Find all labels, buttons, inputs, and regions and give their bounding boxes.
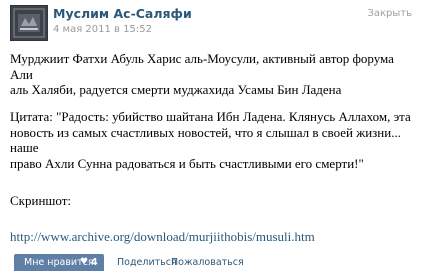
post-text-line: право Ахли Сунна радоваться и быть счаст…: [10, 155, 364, 171]
post-text-line: наше: [10, 140, 39, 155]
avatar-image-icon: [11, 6, 47, 40]
post-footer: Мне нравится ♥ 4 Поделиться Пожаловаться: [0, 254, 430, 271]
post-text-line: Цитата: "Радость: убийство шайтана Ибн Л…: [10, 109, 411, 124]
post-text-line: новость из самых счастливых новостей, чт…: [10, 124, 401, 140]
post-date[interactable]: 4 мая 2011 в 15:52: [53, 24, 152, 35]
author-name[interactable]: Муслим Ас-Саляфи: [53, 6, 192, 21]
share-link[interactable]: Поделиться: [117, 254, 177, 271]
avatar[interactable]: [10, 5, 48, 41]
post-text-line: Мурджиит Фатхи Абуль Харис аль-Моусули, …: [10, 51, 394, 82]
like-count: 4: [91, 257, 98, 268]
post-header: Муслим Ас-Саляфи 4 мая 2011 в 15:52 Закр…: [0, 0, 430, 42]
screenshot-label: Скриншот:: [10, 193, 72, 208]
close-link[interactable]: Закрыть: [367, 8, 412, 19]
report-link[interactable]: Пожаловаться: [171, 254, 244, 271]
heart-icon: ♥: [80, 257, 89, 267]
post-paragraph-intro: Мурджиит Фатхи Абуль Харис аль-Моусули, …: [10, 51, 420, 98]
post-text-line: аль Халяби, радуется смерти муджахида Ус…: [10, 82, 342, 97]
post-paragraph-quote: Цитата: "Радость: убийство шайтана Ибн Л…: [10, 109, 411, 171]
post-link-paragraph: http://www.archive.org/download/murjiith…: [10, 229, 315, 245]
archive-link[interactable]: http://www.archive.org/download/murjiith…: [10, 229, 315, 244]
like-button[interactable]: Мне нравится ♥ 4: [14, 254, 104, 271]
